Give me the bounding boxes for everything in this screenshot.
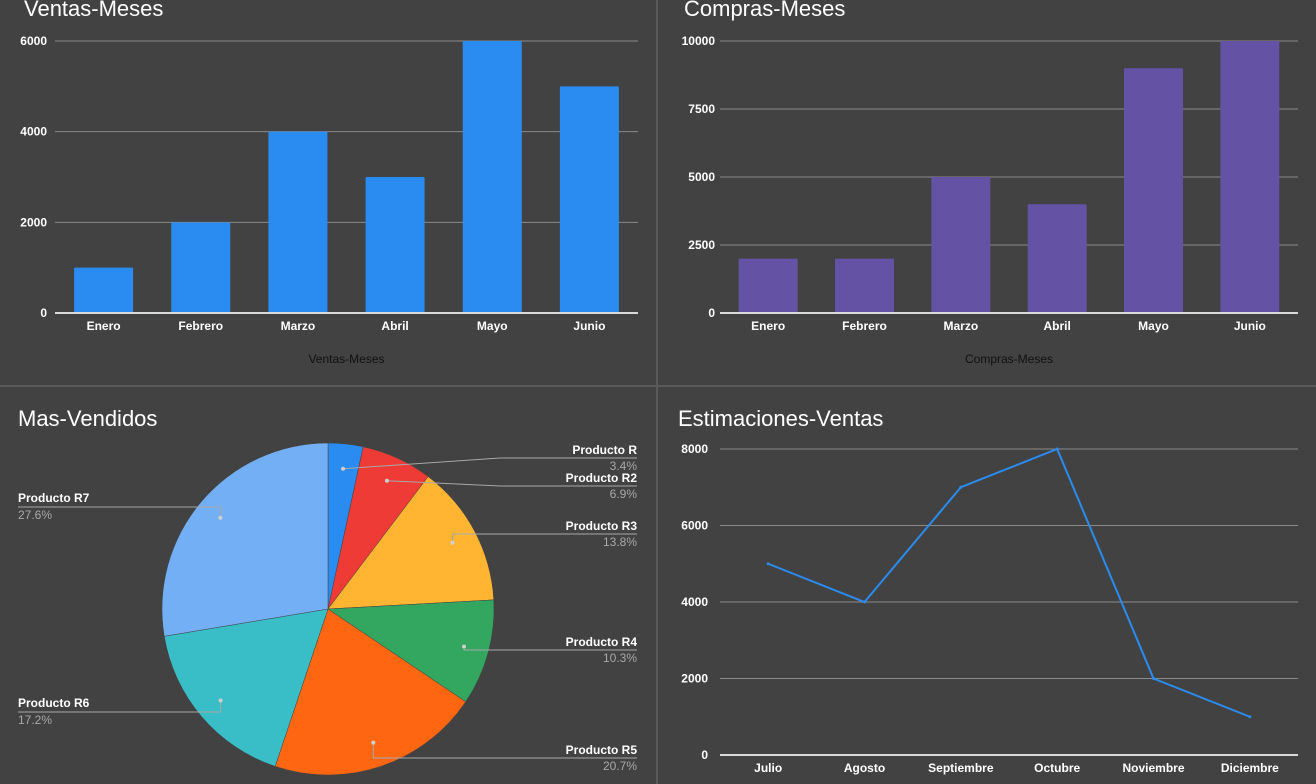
x-tick-label: Junio	[573, 319, 605, 333]
y-tick-label: 6000	[20, 34, 47, 48]
panel-divider-horizontal	[0, 385, 1316, 387]
compras-meses-panel: Compras-Meses 0 2500 5000 7500 10000 Enero Feb…	[658, 0, 1316, 385]
y-tick-label: 0	[708, 306, 715, 320]
bar-febrero	[835, 258, 894, 313]
y-tick-label: 2000	[20, 215, 47, 229]
bar-mayo	[462, 41, 522, 313]
leader-dot	[218, 698, 223, 703]
y-tick-label: 5000	[688, 170, 715, 184]
bar-junio	[1220, 41, 1280, 313]
data-point	[959, 485, 963, 489]
slice-label-producto-r7: Producto R7	[18, 491, 90, 505]
mas-vendidos-chart: Producto R3.4%Producto R26.9%Producto R3…	[18, 442, 638, 776]
y-tick-label: 4000	[20, 125, 47, 139]
compras-meses-chart: 0 2500 5000 7500 10000 Enero Febrero Marzo Abril…	[682, 34, 1298, 366]
data-point	[1152, 677, 1155, 680]
x-tick-label: Noviembre	[1122, 761, 1184, 775]
x-tick-label: Marzo	[943, 319, 978, 333]
x-axis-title: Compras-Meses	[965, 352, 1053, 366]
slice-pct-producto-r7: 27.6%	[18, 508, 52, 522]
slice-pct-producto-r3: 13.8%	[603, 535, 637, 549]
x-tick-label: Mayo	[477, 319, 508, 333]
data-point	[766, 562, 770, 566]
estimaciones-ventas-panel: Estimaciones-Ventas 0 2000 4000 6000 8000 Jul…	[658, 387, 1316, 784]
x-axis-title: Ventas-Meses	[308, 352, 384, 366]
bar-abril	[365, 177, 425, 313]
data-point	[1055, 447, 1059, 451]
bar-mayo	[1124, 68, 1183, 313]
leader-dot	[450, 540, 455, 545]
y-tick-label: 2000	[681, 672, 708, 686]
bar-abril	[1027, 204, 1087, 313]
y-tick-label: 6000	[681, 519, 708, 533]
x-tick-label: Febrero	[178, 319, 223, 333]
leader-dot	[384, 478, 389, 483]
bar-junio	[559, 86, 619, 313]
panel-divider-vertical	[656, 0, 658, 784]
bar-marzo	[931, 177, 991, 313]
leader-dot	[462, 644, 467, 649]
x-tick-label: Junio	[1234, 319, 1266, 333]
y-tick-label: 7500	[688, 102, 715, 116]
slice-pct-producto-r4: 10.3%	[603, 651, 637, 665]
leader-dot	[371, 740, 376, 745]
y-tick-label: 0	[701, 748, 708, 762]
slice-label-producto-r3: Producto R3	[566, 519, 638, 533]
y-tick-label: 8000	[681, 442, 708, 456]
slice-label-producto-r2: Producto R2	[566, 471, 638, 485]
y-tick-label: 10000	[682, 34, 716, 48]
ventas-meses-chart: 0 2000 4000 6000 Enero Febrero Marzo Abril Mayo J…	[20, 34, 638, 366]
slice-label-producto-r5: Producto R5	[566, 743, 638, 757]
x-tick-label: Agosto	[844, 761, 885, 775]
x-tick-label: Mayo	[1138, 319, 1169, 333]
slice-pct-producto-r6: 17.2%	[18, 713, 52, 727]
ventas-meses-panel: Ventas-Meses 0 2000 4000 6000 Enero Febrero Ma…	[0, 0, 656, 385]
estimaciones-ventas-chart: 0 2000 4000 6000 8000 Julio Agosto Septiembre Oc…	[681, 442, 1298, 775]
series-line	[767, 447, 1251, 718]
bar-enero	[738, 258, 798, 313]
x-tick-label: Febrero	[842, 319, 887, 333]
x-tick-label: Enero	[751, 319, 785, 333]
y-tick-label: 4000	[681, 595, 708, 609]
x-tick-label: Julio	[754, 761, 782, 775]
slice-label-producto-r6: Producto R6	[18, 696, 90, 710]
x-tick-label: Abril	[381, 319, 408, 333]
x-tick-label: Marzo	[281, 319, 316, 333]
bar-febrero	[171, 222, 231, 313]
x-tick-label: Abril	[1043, 319, 1070, 333]
slice-pct-producto-r5: 20.7%	[603, 759, 637, 773]
leader-dot	[341, 466, 346, 471]
leader-dot	[218, 515, 223, 520]
slice-label-producto-r4: Producto R4	[566, 635, 638, 649]
y-tick-label: 2500	[688, 238, 715, 252]
bar-marzo	[268, 131, 328, 313]
x-tick-label: Enero	[87, 319, 121, 333]
x-tick-label: Septiembre	[928, 761, 994, 775]
y-tick-label: 0	[40, 306, 47, 320]
data-point	[863, 600, 866, 604]
mas-vendidos-panel: Mas-Vendidos Producto R 3.4% Producto R2 6.…	[0, 387, 656, 784]
x-tick-label: Diciembre	[1221, 761, 1279, 775]
x-tick-label: Octubre	[1034, 761, 1080, 775]
pie-slice-producto-r7	[161, 442, 329, 637]
data-point	[1248, 715, 1252, 719]
slice-label-producto-r: Producto R	[572, 443, 637, 457]
bar-enero	[74, 267, 134, 313]
slice-pct-producto-r2: 6.9%	[610, 487, 638, 501]
